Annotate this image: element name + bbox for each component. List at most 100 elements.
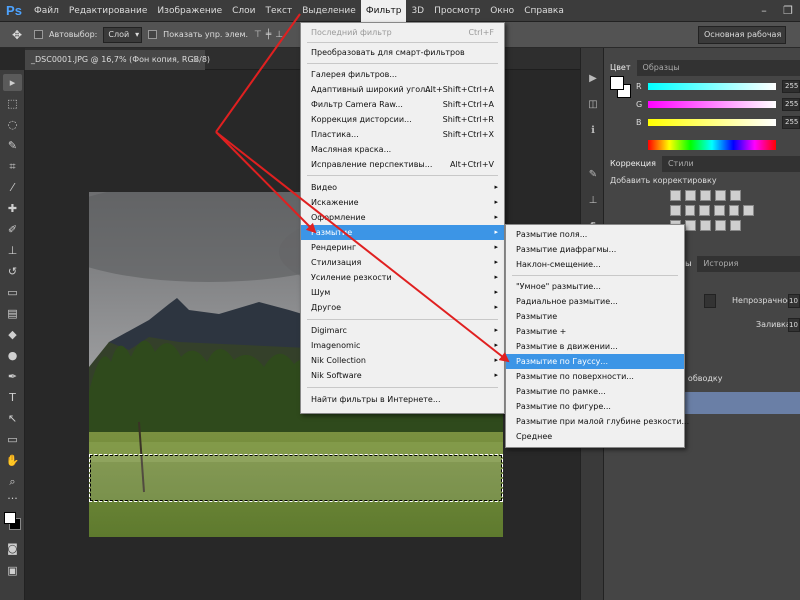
submenu-item-blur-more[interactable]: Размытие + <box>506 324 684 339</box>
blend-mode-dropdown[interactable] <box>704 294 716 308</box>
menu-item-adaptive-wide-angle[interactable]: Адаптивный широкий угол... Alt+Shift+Ctr… <box>301 82 504 97</box>
tab-styles[interactable]: Стили <box>662 156 700 172</box>
menu-item-imagenomic[interactable]: Imagenomic ▸ <box>301 338 504 353</box>
slider-r-track[interactable] <box>648 83 776 90</box>
submenu-item-radial-blur[interactable]: Радиальное размытие... <box>506 294 684 309</box>
stamp-tool-icon[interactable]: ⊥ <box>3 242 22 259</box>
menu-item-browse-filters[interactable]: Найти фильтры в Интернете... <box>301 392 504 407</box>
menu-window[interactable]: Окно <box>485 0 519 22</box>
menu-item-convert-smart[interactable]: Преобразовать для смарт-фильтров <box>301 45 504 60</box>
menu-item-camera-raw[interactable]: Фильтр Camera Raw... Shift+Ctrl+A <box>301 97 504 112</box>
dodge-tool-icon[interactable]: ● <box>3 347 22 364</box>
color-balance-icon[interactable] <box>684 205 696 216</box>
menu-item-sharpen[interactable]: Усиление резкости ▸ <box>301 270 504 285</box>
curves-icon[interactable] <box>700 190 711 201</box>
menu-item-gallery[interactable]: Галерея фильтров... <box>301 67 504 82</box>
shape-tool-icon[interactable]: ▭ <box>3 431 22 448</box>
clone-source-icon[interactable]: ⊥ <box>584 192 602 210</box>
menu-image[interactable]: Изображение <box>152 0 227 22</box>
move-tool-icon[interactable]: ▸ <box>3 74 22 91</box>
slider-b-value[interactable]: 255 <box>782 116 800 129</box>
photo-filter-icon[interactable] <box>714 205 725 216</box>
align-top-icon[interactable]: ⊤ <box>254 30 262 40</box>
gradient-tool-icon[interactable]: ▤ <box>3 305 22 322</box>
color-lookup-icon[interactable] <box>743 205 755 216</box>
vibrance-icon[interactable] <box>730 190 741 201</box>
menu-item-distort[interactable]: Искажение ▸ <box>301 195 504 210</box>
menu-item-blur[interactable]: Размытие ▸ <box>301 225 504 240</box>
properties-icon[interactable]: ℹ <box>584 122 602 140</box>
healing-tool-icon[interactable]: ✚ <box>3 200 22 217</box>
tab-swatches[interactable]: Образцы <box>637 60 686 76</box>
eraser-tool-icon[interactable]: ▭ <box>3 284 22 301</box>
blur-tool-icon[interactable]: ◆ <box>3 326 22 343</box>
gradient-map-icon[interactable] <box>730 220 741 231</box>
marquee-tool-icon[interactable]: ⬚ <box>3 95 22 112</box>
brightness-icon[interactable] <box>670 190 681 201</box>
levels-icon[interactable] <box>685 190 696 201</box>
color-spectrum[interactable] <box>648 140 776 150</box>
exposure-icon[interactable] <box>715 190 726 201</box>
minimize-button[interactable]: – <box>752 0 776 22</box>
path-select-tool-icon[interactable]: ↖ <box>3 410 22 427</box>
menu-item-digimarc[interactable]: Digimarc ▸ <box>301 323 504 338</box>
menu-layers[interactable]: Слои <box>227 0 260 22</box>
menu-view[interactable]: Просмотр <box>429 0 485 22</box>
menu-item-noise[interactable]: Шум ▸ <box>301 285 504 300</box>
autoselect-checkbox[interactable] <box>34 30 43 39</box>
submenu-item-tilt-shift[interactable]: Наклон-смещение... <box>506 257 684 272</box>
menu-item-video[interactable]: Видео ▸ <box>301 180 504 195</box>
submenu-item-smart-blur[interactable]: "Умное" размытие... <box>506 279 684 294</box>
brush-preset-icon[interactable]: ✎ <box>584 166 602 184</box>
history-icon[interactable]: ◫ <box>584 96 602 114</box>
menu-item-last-filter[interactable]: Последний фильтр Ctrl+F <box>301 25 504 40</box>
move-tool-preset-icon[interactable]: ✥ <box>6 26 28 44</box>
submenu-item-average[interactable]: Среднее <box>506 429 684 444</box>
hue-saturation-icon[interactable] <box>670 205 681 216</box>
menu-edit[interactable]: Редактирование <box>64 0 153 22</box>
threshold-icon[interactable] <box>700 220 711 231</box>
autoselect-dropdown[interactable]: Слой <box>103 26 143 43</box>
menu-item-stylize[interactable]: Стилизация ▸ <box>301 255 504 270</box>
screen-mode-icon[interactable]: ▣ <box>3 562 22 579</box>
workspace-dropdown[interactable]: Основная рабочая среда <box>698 26 786 55</box>
hand-tool-icon[interactable]: ✋ <box>3 452 22 469</box>
submenu-item-motion-blur[interactable]: Размытие в движении... <box>506 339 684 354</box>
selective-color-icon[interactable] <box>715 220 726 231</box>
zoom-tool-icon[interactable]: ⌕ <box>3 473 22 490</box>
document-tab[interactable]: _DSC0001.JPG @ 16,7% (Фон копия, RGB/8) … <box>25 50 210 70</box>
menu-item-pixelate[interactable]: Оформление ▸ <box>301 210 504 225</box>
menu-item-liquify[interactable]: Пластика... Shift+Ctrl+X <box>301 127 504 142</box>
fill-value[interactable]: 10 <box>788 318 800 332</box>
submenu-item-box-blur[interactable]: Размытие по рамке... <box>506 384 684 399</box>
opacity-value[interactable]: 10 <box>788 294 800 308</box>
submenu-item-field-blur[interactable]: Размытие поля... <box>506 227 684 242</box>
menu-item-render[interactable]: Рендеринг ▸ <box>301 240 504 255</box>
menu-item-vanishing-point[interactable]: Исправление перспективы... Alt+Ctrl+V <box>301 157 504 172</box>
menu-item-oil-paint[interactable]: Масляная краска... <box>301 142 504 157</box>
tab-history[interactable]: История <box>697 256 744 272</box>
more-tools-icon[interactable]: ··· <box>3 490 22 507</box>
tab-color[interactable]: Цвет <box>604 60 637 76</box>
lasso-tool-icon[interactable]: ◌ <box>3 116 22 133</box>
align-bottom-icon[interactable]: ⊥ <box>275 30 283 40</box>
eyedropper-tool-icon[interactable]: ⁄ <box>3 179 22 196</box>
show-controls-checkbox[interactable] <box>148 30 158 39</box>
submenu-item-shape-blur[interactable]: Размытие по фигуре... <box>506 399 684 414</box>
menu-help[interactable]: Справка <box>519 0 569 22</box>
tab-adjustments[interactable]: Коррекция <box>604 156 662 172</box>
submenu-item-blur[interactable]: Размытие <box>506 309 684 324</box>
type-tool-icon[interactable]: T <box>3 389 22 406</box>
slider-g-track[interactable] <box>648 101 776 108</box>
pen-tool-icon[interactable]: ✒ <box>3 368 22 385</box>
history-brush-tool-icon[interactable]: ↺ <box>3 263 22 280</box>
slider-r-value[interactable]: 255 <box>782 80 800 93</box>
menu-item-lens-correction[interactable]: Коррекция дисторсии... Shift+Ctrl+R <box>301 112 504 127</box>
posterize-icon[interactable] <box>685 220 696 231</box>
slider-g-value[interactable]: 255 <box>782 98 800 111</box>
menu-item-other[interactable]: Другое ▸ <box>301 300 504 315</box>
crop-tool-icon[interactable]: ⌗ <box>3 158 22 175</box>
submenu-item-lens-blur[interactable]: Размытие при малой глубине резкости... <box>506 414 689 429</box>
brush-tool-icon[interactable]: ✐ <box>3 221 22 238</box>
menu-filter[interactable]: Фильтр <box>360 0 407 22</box>
